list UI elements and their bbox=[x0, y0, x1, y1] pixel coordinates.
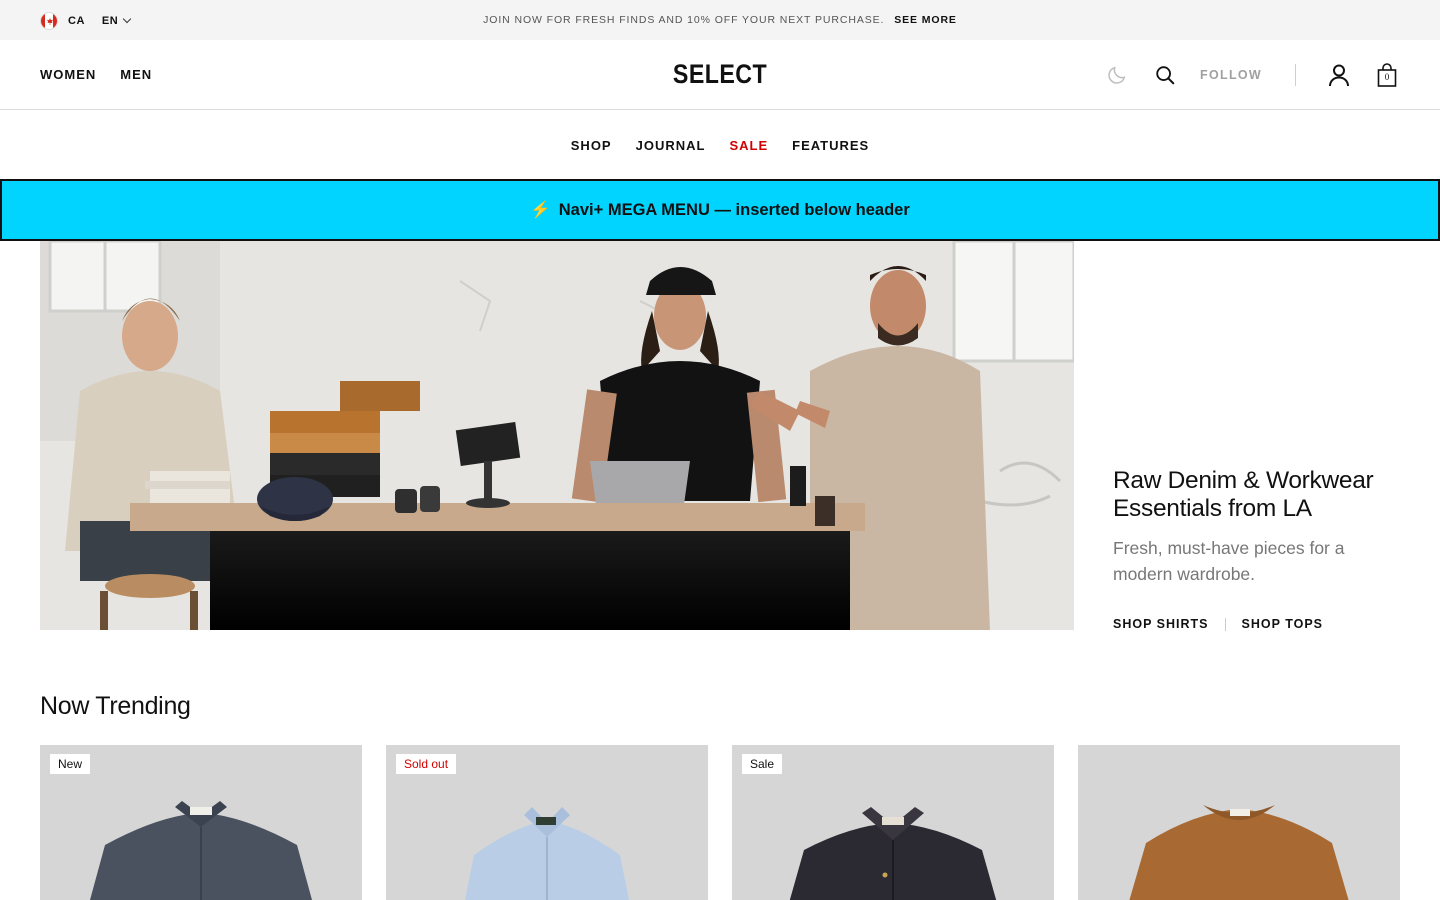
main-nav: SHOP JOURNAL SALE FEATURES bbox=[0, 111, 1440, 179]
product-badge: Sale bbox=[742, 754, 783, 774]
shop-tops-link[interactable]: SHOP TOPS bbox=[1242, 617, 1323, 631]
hero-photo-illustration bbox=[40, 241, 1074, 630]
product-badge: Sold out bbox=[396, 754, 457, 774]
product-card[interactable] bbox=[1078, 745, 1400, 900]
link-divider bbox=[1224, 617, 1226, 631]
cart-count: 0 bbox=[1384, 72, 1390, 82]
nav-sale[interactable]: SALE bbox=[729, 138, 768, 153]
hero-title: Raw Denim & Workwear Essentials from LA bbox=[1113, 467, 1374, 522]
follow-button[interactable]: FOLLOW bbox=[1200, 68, 1262, 82]
hero-copy: Raw Denim & Workwear Essentials from LA … bbox=[1113, 467, 1403, 631]
promo-text: JOIN NOW FOR FRESH FINDS AND 10% OFF YOU… bbox=[483, 14, 885, 26]
see-more-link[interactable]: SEE MORE bbox=[894, 14, 957, 26]
nav-features[interactable]: FEATURES bbox=[792, 138, 869, 153]
mega-menu-banner[interactable]: ⚡ Navi+ MEGA MENU — inserted below heade… bbox=[0, 179, 1440, 241]
product-card[interactable]: Sold out bbox=[386, 745, 708, 900]
header-divider bbox=[1295, 64, 1296, 86]
product-card[interactable]: Sale bbox=[732, 745, 1054, 900]
moon-icon[interactable] bbox=[1104, 62, 1130, 88]
nav-women[interactable]: WOMEN bbox=[40, 67, 96, 82]
product-image-knit-sweater bbox=[1129, 805, 1349, 900]
section-title: Now Trending bbox=[40, 692, 191, 720]
announcement-bar: CA EN JOIN NOW FOR FRESH FINDS AND 10% O… bbox=[0, 0, 1440, 40]
nav-shop[interactable]: SHOP bbox=[571, 138, 612, 153]
hero-image[interactable] bbox=[40, 241, 1074, 630]
hero-subtitle: Fresh, must-have pieces for a modern war… bbox=[1113, 538, 1345, 584]
user-icon[interactable] bbox=[1326, 62, 1352, 88]
bag-icon[interactable]: 0 bbox=[1374, 62, 1400, 88]
header-actions: FOLLOW 0 bbox=[1104, 62, 1400, 88]
product-badge: New bbox=[50, 754, 91, 774]
hero-links: SHOP SHIRTS SHOP TOPS bbox=[1113, 617, 1403, 631]
shop-shirts-link[interactable]: SHOP SHIRTS bbox=[1113, 617, 1209, 631]
site-header: WOMEN MEN SELECT FOLLOW 0 bbox=[0, 40, 1440, 110]
lightning-icon: ⚡ bbox=[530, 200, 551, 219]
search-icon[interactable] bbox=[1152, 62, 1178, 88]
mega-menu-text: Navi+ MEGA MENU — inserted below header bbox=[558, 200, 910, 219]
product-card[interactable]: New bbox=[40, 745, 362, 900]
nav-journal[interactable]: JOURNAL bbox=[636, 138, 706, 153]
promo-message: JOIN NOW FOR FRESH FINDS AND 10% OFF YOU… bbox=[0, 14, 1440, 26]
